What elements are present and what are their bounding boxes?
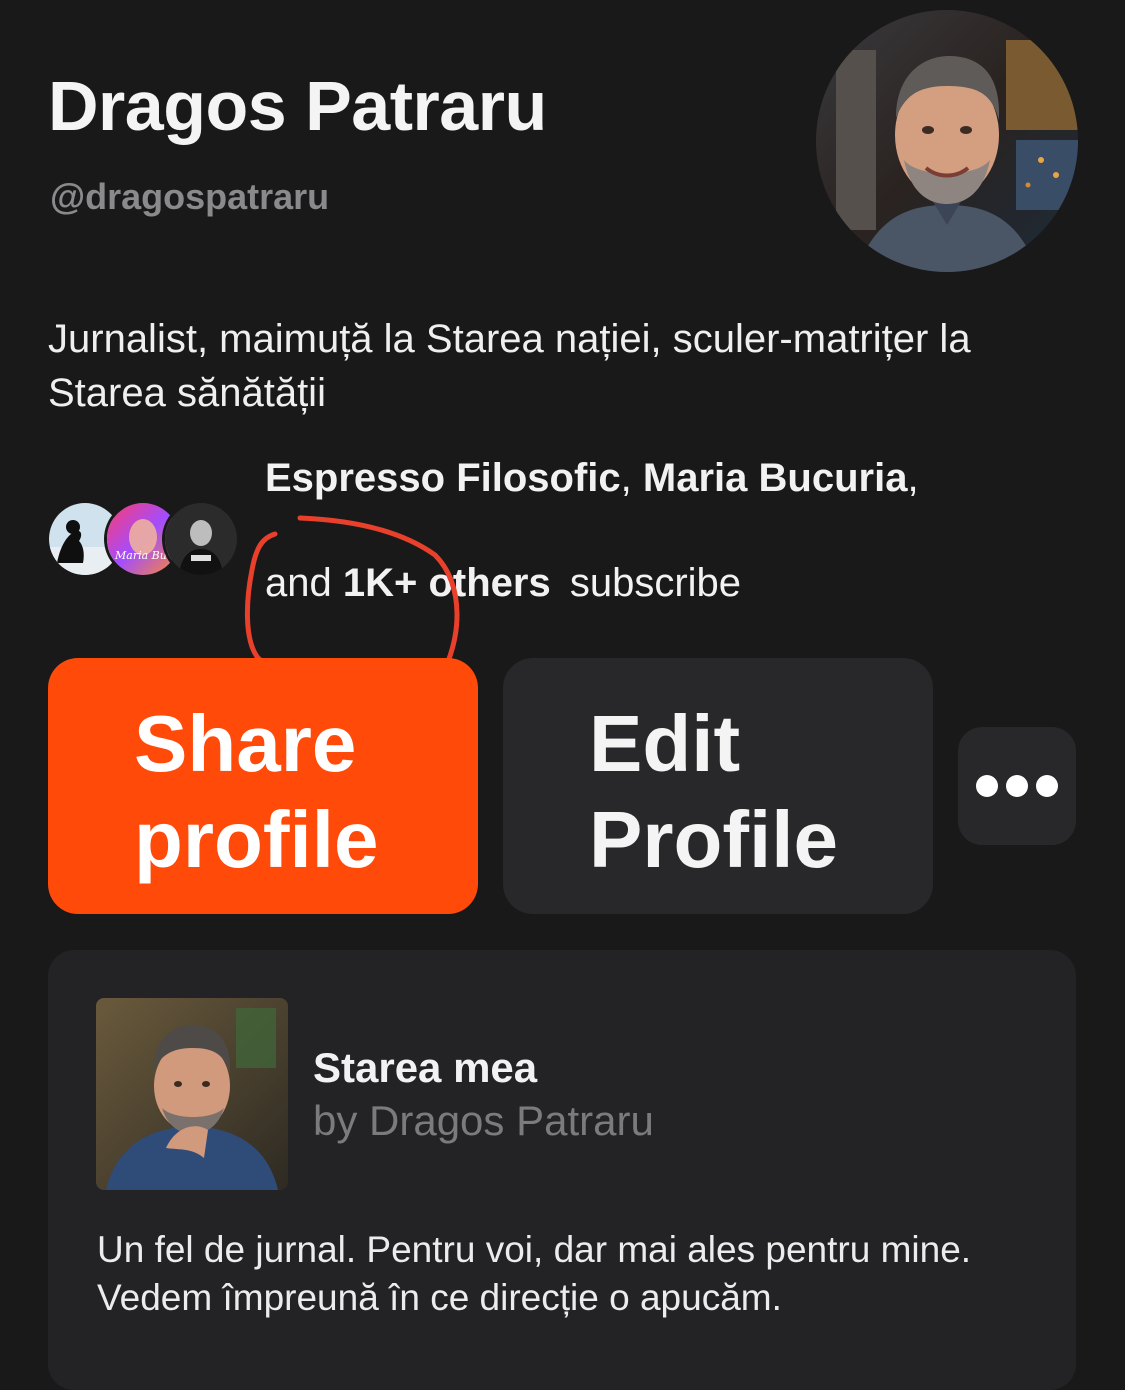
share-profile-label: Share profile [134,699,379,884]
share-profile-button[interactable]: Share profile [48,658,478,914]
subscriber-name[interactable]: Espresso Filosofic [265,456,621,500]
publication-author: by Dragos Patraru [313,1097,654,1144]
subscriber-avatars[interactable]: Maria Buc [46,500,246,578]
more-options-button[interactable] [958,727,1076,845]
subscriber-name[interactable]: Maria Bucuria [643,456,908,500]
others-count[interactable]: 1K+ others [343,561,551,605]
profile-bio: Jurnalist, maimuță la Starea nației, scu… [48,317,971,415]
profile-handle: @dragospatraru [50,176,330,217]
subscriber-avatar [162,500,240,578]
edit-profile-button[interactable]: Edit Profile [503,658,933,914]
profile-name: Dragos Patraru [48,67,547,145]
profile-avatar[interactable] [816,10,1078,272]
subscribe-label: subscribe [569,561,742,605]
edit-profile-label: Edit Profile [589,699,838,884]
subscriber-count-line[interactable]: and 1K+ others subscribe [265,561,741,606]
more-horizontal-icon [976,775,1058,797]
publication-title[interactable]: Starea mea [313,1044,537,1092]
publication-description: Un fel de jurnal. Pentru voi, dar mai al… [97,1229,972,1318]
subscriber-names[interactable]: Espresso Filosofic, Maria Bucuria, [265,456,919,501]
and-label: and [265,561,332,605]
profile-photo [816,10,1078,272]
publication-image [96,998,288,1190]
